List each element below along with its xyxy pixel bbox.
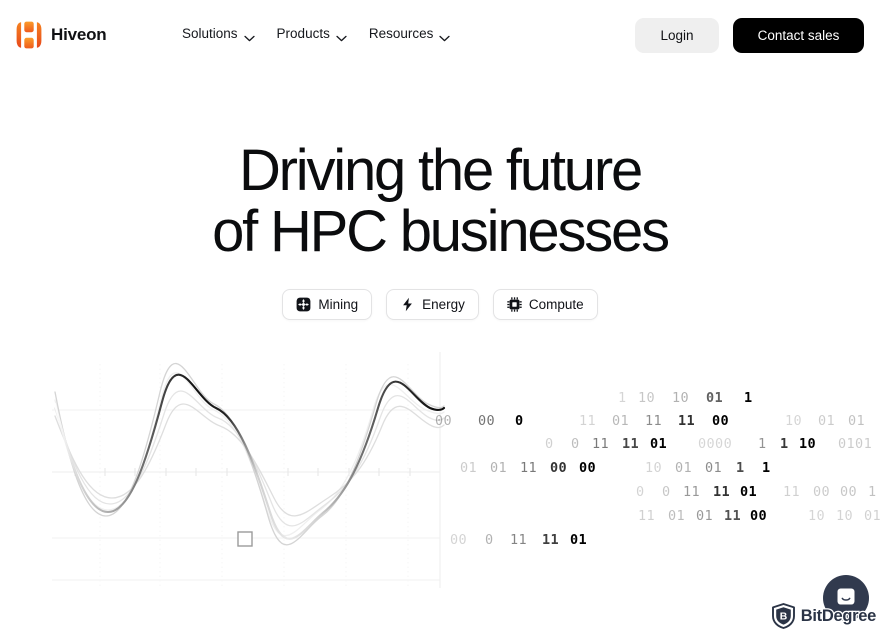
chevron-down-icon bbox=[336, 30, 347, 42]
svg-text:B: B bbox=[779, 611, 787, 622]
hero-section: Driving the future of HPC businesses bbox=[0, 140, 880, 262]
site-header: Hiveon Solutions Products Resources Logi… bbox=[0, 0, 880, 70]
pill-energy[interactable]: Energy bbox=[386, 289, 479, 320]
chevron-down-icon bbox=[243, 30, 255, 42]
bitdegree-shield-icon: B bbox=[771, 603, 796, 629]
brand-logo-link[interactable]: Hiveon bbox=[16, 21, 107, 49]
page-title: Driving the future of HPC businesses bbox=[0, 140, 880, 262]
nav-item-products[interactable]: Products bbox=[276, 26, 347, 42]
sine-wave-graphic bbox=[0, 352, 880, 598]
bitdegree-watermark-text: BitDegree bbox=[799, 605, 877, 626]
hero-title-line-1: Driving the future bbox=[238, 138, 643, 203]
cpu-chip-icon bbox=[507, 297, 522, 312]
grid-lines bbox=[52, 409, 440, 581]
main-navigation: Solutions Products Resources bbox=[182, 26, 451, 42]
category-pill-group: Mining Energy Compute bbox=[0, 289, 880, 320]
square-marker-icon bbox=[237, 531, 253, 547]
pill-label-energy: Energy bbox=[422, 297, 465, 312]
nav-label-resources: Resources bbox=[368, 26, 434, 41]
nav-item-solutions[interactable]: Solutions bbox=[182, 26, 255, 42]
gpu-fan-icon bbox=[296, 297, 311, 312]
contact-sales-button[interactable]: Contact sales bbox=[733, 18, 864, 53]
page-root: Hiveon Solutions Products Resources Logi… bbox=[0, 0, 880, 634]
header-actions: Login Contact sales bbox=[635, 18, 864, 53]
nav-item-resources[interactable]: Resources bbox=[368, 26, 451, 42]
pill-label-mining: Mining bbox=[318, 297, 359, 312]
brand-name: Hiveon bbox=[51, 25, 107, 44]
pill-compute[interactable]: Compute bbox=[492, 289, 598, 320]
chevron-down-icon bbox=[439, 30, 451, 42]
pill-mining[interactable]: Mining bbox=[282, 289, 373, 320]
login-button[interactable]: Login bbox=[635, 18, 719, 53]
lightning-bolt-icon bbox=[400, 297, 415, 312]
bitdegree-watermark: B BitDegree bbox=[771, 603, 878, 629]
hero-title-line-2: of HPC businesses bbox=[212, 199, 670, 264]
nav-label-solutions: Solutions bbox=[182, 26, 238, 41]
hiveon-hexagon-h-logo-icon bbox=[16, 21, 42, 49]
pill-label-compute: Compute bbox=[528, 297, 584, 312]
nav-label-products: Products bbox=[276, 26, 330, 41]
